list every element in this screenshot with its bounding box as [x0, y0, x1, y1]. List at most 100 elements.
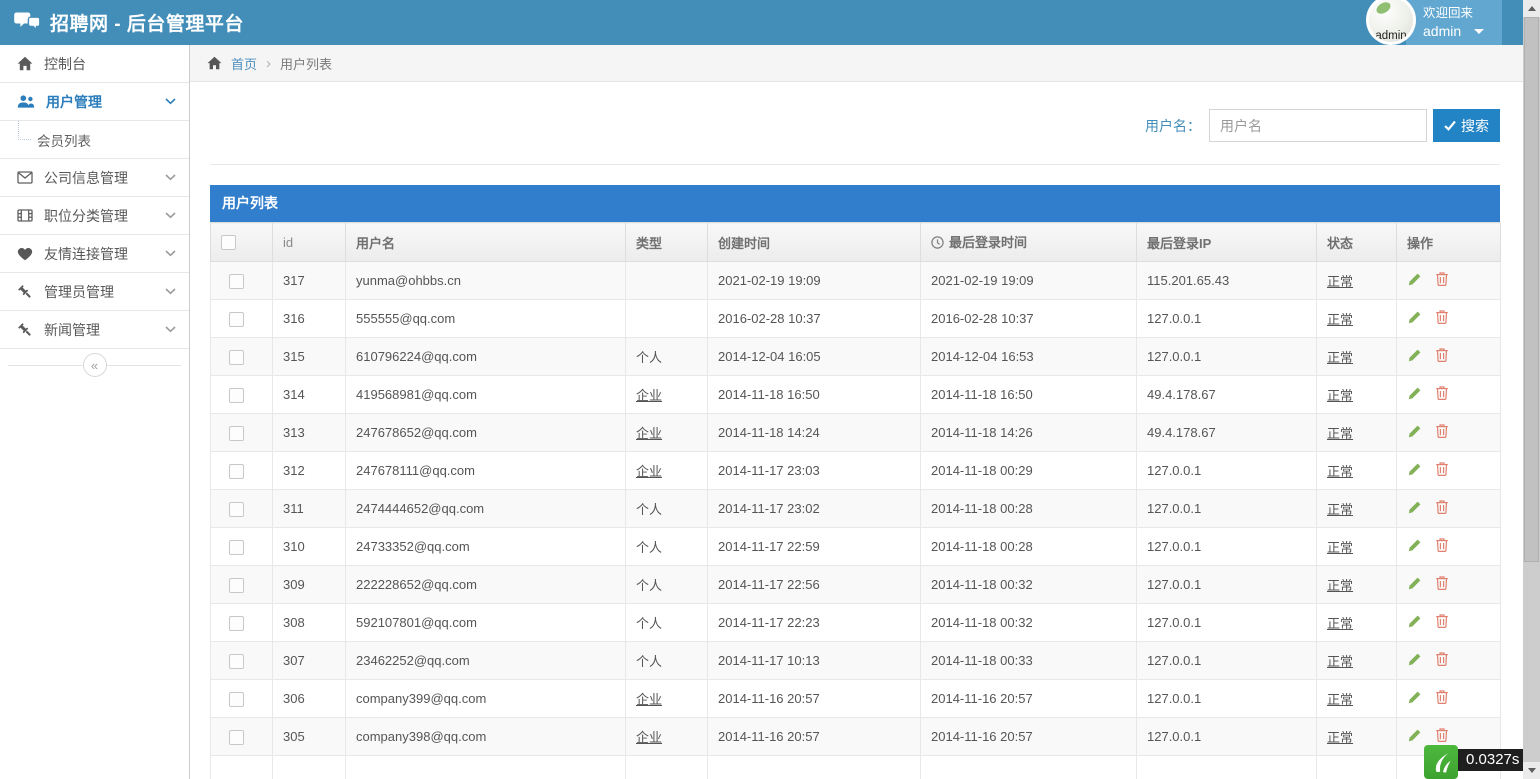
trash-icon[interactable] [1435, 461, 1449, 480]
sidebar-item-label: 用户管理 [46, 92, 102, 112]
row-checkbox[interactable] [229, 730, 244, 745]
row-checkbox[interactable] [229, 502, 244, 517]
cell-type[interactable]: 企业 [626, 718, 708, 756]
pencil-icon[interactable] [1407, 538, 1422, 556]
main-content: 首页 › 用户列表 用户名： 搜索 用户列表 id 用户名 [190, 45, 1540, 779]
sidebar-item-user-management[interactable]: 用户管理 [0, 83, 189, 121]
cell-status-link[interactable]: 正常 [1317, 452, 1397, 490]
pencil-icon[interactable] [1407, 728, 1422, 746]
trash-icon[interactable] [1435, 385, 1449, 404]
pencil-icon[interactable] [1407, 310, 1422, 328]
pencil-icon[interactable] [1407, 690, 1422, 708]
pencil-icon[interactable] [1407, 424, 1422, 442]
username-text: admin [1423, 22, 1461, 41]
cell-type[interactable]: 企业 [626, 680, 708, 718]
user-menu[interactable]: 欢迎回来 admin [1406, 0, 1502, 45]
pencil-icon[interactable] [1407, 462, 1422, 480]
search-button[interactable]: 搜索 [1433, 109, 1500, 142]
cell-status-link[interactable]: 正常 [1317, 566, 1397, 604]
cell-status-link[interactable]: 正常 [1317, 680, 1397, 718]
select-all-checkbox[interactable] [221, 235, 236, 250]
cell-status-link[interactable] [1317, 756, 1397, 779]
column-header-username: 用户名 [346, 223, 626, 262]
cell-id: 315 [273, 338, 346, 376]
row-checkbox[interactable] [229, 388, 244, 403]
cell-type[interactable]: 企业 [626, 414, 708, 452]
row-checkbox[interactable] [229, 654, 244, 669]
row-checkbox[interactable] [229, 578, 244, 593]
pencil-icon[interactable] [1407, 386, 1422, 404]
cell-created-time: 2014-11-17 22:23 [708, 604, 921, 642]
trash-icon[interactable] [1435, 613, 1449, 632]
comments-icon [14, 11, 41, 34]
pencil-icon[interactable] [1407, 652, 1422, 670]
row-checkbox[interactable] [229, 616, 244, 631]
row-checkbox[interactable] [229, 540, 244, 555]
trash-icon[interactable] [1435, 651, 1449, 670]
cell-status-link[interactable]: 正常 [1317, 642, 1397, 680]
cell-username: company398@qq.com [346, 718, 626, 756]
sidebar-collapse-button[interactable]: « [83, 353, 107, 377]
scrollbar-thumb[interactable] [1524, 17, 1539, 562]
cell-created-time: 2016-02-28 10:37 [708, 300, 921, 338]
pencil-icon[interactable] [1407, 272, 1422, 290]
row-checkbox[interactable] [229, 692, 244, 707]
avatar-label: admin [1375, 30, 1406, 42]
trash-icon[interactable] [1435, 271, 1449, 290]
row-checkbox[interactable] [229, 464, 244, 479]
sidebar-item-dashboard[interactable]: 控制台 [0, 45, 189, 83]
sidebar-item-admin-management[interactable]: 管理员管理 [0, 273, 189, 311]
sidebar-item-news-management[interactable]: 新闻管理 [0, 311, 189, 349]
trash-icon[interactable] [1435, 309, 1449, 328]
scrollbar-up-arrow[interactable] [1523, 0, 1540, 17]
cell-last-login-ip: 127.0.0.1 [1137, 604, 1317, 642]
sidebar-item-company-info[interactable]: 公司信息管理 [0, 159, 189, 197]
trash-icon[interactable] [1435, 689, 1449, 708]
chevron-down-icon [165, 98, 176, 105]
breadcrumb-separator: › [266, 55, 271, 72]
trash-icon[interactable] [1435, 575, 1449, 594]
pencil-icon[interactable] [1407, 576, 1422, 594]
cell-status-link[interactable]: 正常 [1317, 338, 1397, 376]
scrollbar-down-arrow[interactable] [1523, 762, 1540, 779]
cell-type[interactable]: 企业 [626, 452, 708, 490]
sidebar-item-friend-links[interactable]: 友情连接管理 [0, 235, 189, 273]
cell-status-link[interactable]: 正常 [1317, 528, 1397, 566]
cell-status-link[interactable]: 正常 [1317, 490, 1397, 528]
row-checkbox[interactable] [229, 426, 244, 441]
row-checkbox[interactable] [229, 350, 244, 365]
trash-icon[interactable] [1435, 347, 1449, 366]
row-checkbox[interactable] [229, 312, 244, 327]
cell-status-link[interactable]: 正常 [1317, 414, 1397, 452]
divider [210, 164, 1500, 165]
cell-status-link[interactable]: 正常 [1317, 262, 1397, 300]
cell-id: 316 [273, 300, 346, 338]
pencil-icon[interactable] [1407, 614, 1422, 632]
cell-username: company399@qq.com [346, 680, 626, 718]
pencil-icon[interactable] [1407, 500, 1422, 518]
cell-status-link[interactable]: 正常 [1317, 376, 1397, 414]
sidebar-subitem-label: 会员列表 [37, 130, 91, 150]
table-header-row: id 用户名 类型 创建时间 最后登录时间 最后登录IP 状态 操作 [211, 223, 1501, 262]
cell-username: 610796224@qq.com [346, 338, 626, 376]
cell-id: 306 [273, 680, 346, 718]
pencil-icon[interactable] [1407, 348, 1422, 366]
row-checkbox[interactable] [229, 274, 244, 289]
username-search-input[interactable] [1209, 109, 1427, 142]
trash-icon[interactable] [1435, 423, 1449, 442]
trash-icon[interactable] [1435, 537, 1449, 556]
cell-type[interactable]: 企业 [626, 376, 708, 414]
cell-status-link[interactable]: 正常 [1317, 300, 1397, 338]
breadcrumb-home-link[interactable]: 首页 [231, 54, 257, 73]
chevron-down-icon [165, 250, 176, 257]
trash-icon[interactable] [1435, 727, 1449, 746]
cell-status-link[interactable]: 正常 [1317, 604, 1397, 642]
sidebar-item-job-categories[interactable]: 职位分类管理 [0, 197, 189, 235]
breadcrumb-current: 用户列表 [280, 54, 332, 73]
cell-created-time: 2014-11-17 23:02 [708, 490, 921, 528]
trash-icon[interactable] [1435, 499, 1449, 518]
cell-status-link[interactable]: 正常 [1317, 718, 1397, 756]
sidebar-item-member-list[interactable]: 会员列表 [0, 121, 189, 159]
vertical-scrollbar[interactable] [1523, 0, 1540, 779]
column-header-last-ip: 最后登录IP [1137, 223, 1317, 262]
